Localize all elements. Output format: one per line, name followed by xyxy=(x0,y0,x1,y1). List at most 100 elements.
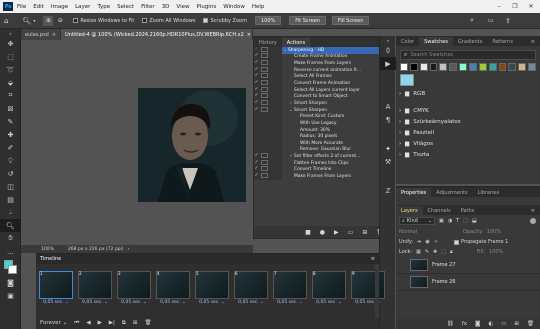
action-row[interactable]: Make Frames From Layers xyxy=(282,173,392,180)
frame-tool-icon[interactable]: ⊠ xyxy=(0,102,21,115)
swatch-chip[interactable] xyxy=(528,63,537,71)
expand-icon[interactable]: « xyxy=(380,36,396,44)
lasso-tool-icon[interactable]: ➰ xyxy=(0,63,21,76)
delete-icon[interactable]: 🗑︎ xyxy=(527,321,534,327)
timeline-frame[interactable]: 5 0,05 sec. ⌄ xyxy=(195,271,229,309)
resize-windows-checkbox[interactable]: Resize Windows to Fit xyxy=(73,18,134,24)
menu-select[interactable]: Select xyxy=(117,4,134,10)
share-icon[interactable]: ⇪ xyxy=(505,17,511,25)
eraser-tool-icon[interactable]: ◫ xyxy=(0,180,21,193)
action-row[interactable]: Make Frames From Layers xyxy=(282,60,392,67)
play-icon[interactable]: ▶ xyxy=(334,229,339,236)
menu-filter[interactable]: Filter xyxy=(141,4,155,10)
close-tab-icon[interactable]: × xyxy=(52,32,56,38)
panel-menu-icon[interactable]: ≡ xyxy=(526,37,540,46)
action-row[interactable]: Convert Timeline xyxy=(282,167,392,174)
menu-layer[interactable]: Layer xyxy=(75,4,90,10)
layer-row[interactable]: Frame 26 xyxy=(396,274,540,291)
unify-position-icon[interactable]: ⇹ xyxy=(417,239,421,245)
frame-delay[interactable]: 0,05 sec. ⌄ xyxy=(117,300,151,305)
blur-tool-icon[interactable]: 💧︎ xyxy=(0,206,21,219)
timeline-frame[interactable]: 6 0,05 sec. ⌄ xyxy=(234,271,268,309)
stamp-tool-icon[interactable]: ⍜ xyxy=(0,154,21,167)
action-row[interactable]: Select All Layers current layer xyxy=(282,87,392,94)
tab-properties[interactable]: Properties xyxy=(396,188,432,197)
chevron-down-icon[interactable]: ▾ xyxy=(33,18,35,23)
swatch-chip[interactable] xyxy=(518,63,527,71)
more-tools-icon[interactable]: … xyxy=(0,245,21,258)
new-set-icon[interactable]: ▭ xyxy=(348,229,354,236)
dialog-toggle[interactable] xyxy=(261,172,268,178)
timeline-frame[interactable]: 4 0,05 sec. ⌄ xyxy=(156,271,190,309)
frame-delay[interactable]: 0,05 sec. ⌄ xyxy=(234,300,268,305)
brush-panel-icon[interactable]: ✦ xyxy=(380,142,396,155)
lock-position-icon[interactable]: ✥ xyxy=(433,249,437,255)
check-icon[interactable]: ✓ xyxy=(254,153,259,158)
frame-delay[interactable]: 0,05 sec. ⌄ xyxy=(78,300,112,305)
timeline-frame[interactable]: 8 0,05 sec. ⌄ xyxy=(312,271,346,309)
previous-frame-icon[interactable]: ◀ xyxy=(86,320,90,326)
swatch-group[interactable]: › ▆ Szürkeárnyalatos xyxy=(396,116,540,127)
tab-color[interactable]: Color xyxy=(396,37,419,46)
close-window-button[interactable]: ✕ xyxy=(524,0,538,13)
action-set-row[interactable]: ⌄ Sharpening - HD xyxy=(282,47,392,54)
swatch-group[interactable]: › ▆ Tiszta xyxy=(396,149,540,160)
dialog-toggle[interactable] xyxy=(261,66,268,72)
tab-patterns[interactable]: Patterns xyxy=(487,37,518,46)
fill-input[interactable]: 100% xyxy=(489,249,503,255)
frame-delay[interactable]: 0,05 sec. ⌄ xyxy=(351,300,385,305)
menu-edit[interactable]: Edit xyxy=(33,4,44,10)
dialog-toggle[interactable] xyxy=(261,153,268,159)
propagate-frame-checkbox[interactable]: Propagate Frame 1 xyxy=(453,239,508,245)
dialog-toggle[interactable] xyxy=(261,99,268,105)
swatch-chip[interactable] xyxy=(429,63,438,71)
swatch-chip[interactable] xyxy=(469,63,477,71)
adjustment-icon[interactable]: ◐ xyxy=(488,321,493,327)
opacity-input[interactable]: 100% xyxy=(487,229,501,235)
current-swatch[interactable] xyxy=(400,74,414,86)
object-select-tool-icon[interactable]: ⬙ xyxy=(0,76,21,89)
check-icon[interactable]: ✓ xyxy=(254,173,259,178)
filter-type-icon[interactable]: T xyxy=(456,218,459,224)
timeline-frame[interactable]: 2 0,05 sec. ⌄ xyxy=(78,271,112,309)
check-icon[interactable]: ✓ xyxy=(254,87,259,92)
lock-all-icon[interactable]: 🔒︎ xyxy=(450,249,453,255)
zoom-in-icon[interactable]: ⊕ xyxy=(43,15,54,26)
check-icon[interactable]: ✓ xyxy=(254,80,259,85)
menu-help[interactable]: Help xyxy=(252,4,265,10)
menu-image[interactable]: Image xyxy=(51,4,68,10)
delete-frame-icon[interactable]: 🗑︎ xyxy=(144,320,151,326)
screen-mode-icon[interactable]: ▣ xyxy=(0,289,21,302)
scrubby-zoom-checkbox[interactable]: Scrubby Zoom xyxy=(203,18,247,24)
dialog-toggle[interactable] xyxy=(261,166,268,172)
tab-actions[interactable]: Actions xyxy=(281,38,311,47)
record-icon[interactable]: ● xyxy=(320,229,325,236)
action-row[interactable]: Flatten Frames Into Clips xyxy=(282,160,392,167)
swatch-chip[interactable] xyxy=(400,63,408,71)
frame-delay[interactable]: 0,05 sec. ⌄ xyxy=(312,300,346,305)
status-arrow-icon[interactable]: › xyxy=(128,247,130,252)
paragraph-panel-icon[interactable]: ¶ xyxy=(380,113,396,126)
stop-icon[interactable]: ■ xyxy=(305,229,311,236)
brush-tool-icon[interactable]: ✐ xyxy=(0,141,21,154)
dialog-toggle[interactable] xyxy=(261,60,268,66)
swatch-chip[interactable] xyxy=(409,63,418,71)
unify-visibility-icon[interactable]: ◉ xyxy=(425,239,429,245)
action-row[interactable]: Convert Frame Animation xyxy=(282,80,392,87)
restore-button[interactable]: ❐ xyxy=(508,0,522,13)
background-color[interactable] xyxy=(8,265,17,274)
collapse-icon[interactable]: » xyxy=(0,29,21,37)
tab-paths[interactable]: Paths xyxy=(456,206,480,215)
quick-mask-icon[interactable]: ◙ xyxy=(0,276,21,289)
move-tool-icon[interactable]: ✥ xyxy=(0,37,21,50)
fill-screen-button[interactable]: Fill Screen xyxy=(331,16,370,25)
tab-libraries[interactable]: Libraries xyxy=(473,188,505,197)
tab-layers[interactable]: Layers xyxy=(396,206,423,215)
check-icon[interactable]: ✓ xyxy=(254,53,259,58)
filter-smart-icon[interactable]: ⬓ xyxy=(472,218,477,224)
filter-shape-icon[interactable]: ⬚ xyxy=(463,218,468,224)
swatch-chip[interactable] xyxy=(439,63,448,71)
check-icon[interactable]: ✓ xyxy=(254,166,259,171)
action-row[interactable]: ⌄ Smart Sharpen xyxy=(282,107,392,114)
color-swatch-pair[interactable] xyxy=(0,258,20,276)
